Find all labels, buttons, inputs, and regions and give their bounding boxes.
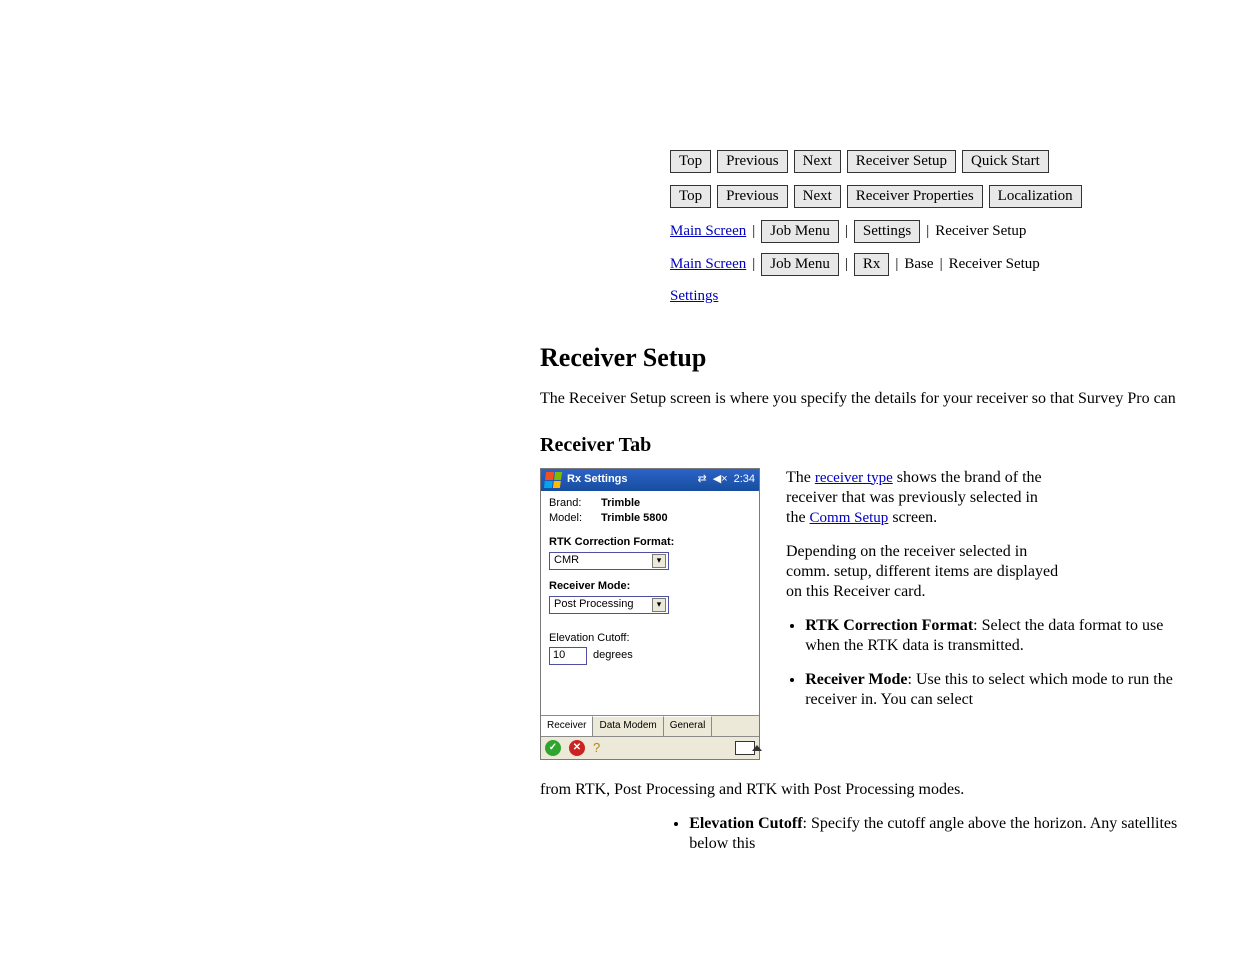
nav-localization[interactable]: Localization — [989, 185, 1082, 208]
text: screen. — [888, 509, 937, 526]
chevron-down-icon: ▾ — [652, 598, 666, 612]
text: comm. setup, different items are display… — [786, 562, 1195, 582]
help-bulb-icon[interactable]: ? — [593, 740, 600, 756]
bullet-receiver-mode: Receiver Mode: Use this to select which … — [805, 670, 1195, 710]
ok-icon[interactable]: ✓ — [545, 740, 561, 756]
speaker-mute-icon: ◀× — [713, 473, 728, 487]
elevation-cutoff-label: Elevation Cutoff: — [549, 632, 751, 646]
receiver-description: The Receiver Setup screen is where you s… — [540, 389, 1195, 409]
nav-receiver-properties[interactable]: Receiver Properties — [847, 185, 983, 208]
crumb-rx[interactable]: Rx — [854, 253, 890, 276]
crumb-sep: | — [752, 222, 755, 241]
device-tabs: Receiver Data Modem General — [541, 715, 759, 736]
breadcrumb-1: Main Screen | Job Menu | Settings | Rece… — [670, 220, 1195, 243]
receiver-type-link[interactable]: receiver type — [815, 470, 893, 486]
crumb-job-menu-1[interactable]: Job Menu — [761, 220, 839, 243]
receiver-mode-select[interactable]: Post Processing ▾ — [549, 596, 669, 614]
feature-bullets: RTK Correction Format: Select the data f… — [786, 616, 1195, 710]
tab-general[interactable]: General — [664, 716, 713, 736]
crumb-sep: | — [845, 222, 848, 241]
text: The — [786, 469, 815, 486]
nav-top-2[interactable]: Top — [670, 185, 711, 208]
elevation-cutoff-input[interactable]: 10 — [549, 647, 587, 665]
device-bottom-bar: ✓ ✕ ? — [541, 736, 759, 759]
clock-text: 2:34 — [734, 473, 755, 487]
cancel-icon[interactable]: ✕ — [569, 740, 585, 756]
nav-top-1[interactable]: Top — [670, 150, 711, 173]
device-title: Rx Settings — [567, 473, 628, 487]
nav-receiver-setup[interactable]: Receiver Setup — [847, 150, 956, 173]
text: Depending on the receiver selected in — [786, 542, 1195, 562]
text: on this Receiver card. — [786, 582, 1195, 602]
tab-receiver[interactable]: Receiver — [541, 716, 593, 736]
nav-previous-1[interactable]: Previous — [717, 150, 788, 173]
keyboard-icon[interactable] — [735, 741, 755, 755]
bullet-label: RTK Correction Format — [805, 617, 973, 634]
chevron-down-icon: ▾ — [652, 554, 666, 568]
elevation-cutoff-units: degrees — [593, 649, 633, 663]
bullet-rtk-format: RTK Correction Format: Select the data f… — [805, 616, 1195, 656]
titlebar-status-icons: ⇄ ◀× 2:34 — [697, 473, 755, 487]
feature-bullets-continued: Elevation Cutoff: Specify the cutoff ang… — [670, 814, 1195, 854]
text: shows the brand of the — [893, 469, 1042, 486]
windows-logo-icon — [544, 472, 562, 488]
nav-row-2: Top Previous Next Receiver Properties Lo… — [670, 185, 1195, 208]
text: receiver that was previously selected in — [786, 488, 1195, 508]
receiver-mode-value: Post Processing — [554, 598, 633, 612]
rtk-format-label: RTK Correction Format: — [549, 536, 751, 550]
continued-text: from RTK, Post Processing and RTK with P… — [540, 780, 1195, 800]
tab-data-modem[interactable]: Data Modem — [593, 716, 663, 736]
crumb-sep: | — [895, 255, 898, 274]
bullet-elevation-cutoff: Elevation Cutoff: Specify the cutoff ang… — [689, 814, 1195, 854]
nav-next-1[interactable]: Next — [794, 150, 841, 173]
crumb-sep: | — [940, 255, 943, 274]
crumb-main-2[interactable]: Main Screen — [670, 255, 746, 274]
model-value: Trimble 5800 — [601, 512, 668, 526]
nav-previous-2[interactable]: Previous — [717, 185, 788, 208]
rtk-format-value: CMR — [554, 554, 579, 568]
brand-value: Trimble — [601, 497, 640, 511]
brand-label: Brand: — [549, 497, 595, 511]
crumb-job-menu-2[interactable]: Job Menu — [761, 253, 839, 276]
rtk-format-select[interactable]: CMR ▾ — [549, 552, 669, 570]
crumb-sep: | — [926, 222, 929, 241]
connection-icon: ⇄ — [697, 473, 706, 487]
crumb-sep: | — [752, 255, 755, 274]
settings-link[interactable]: Settings — [670, 288, 718, 304]
section-receiver-setup-heading: Receiver Setup — [540, 342, 1195, 375]
model-label: Model: — [549, 512, 595, 526]
crumb-current-1: Receiver Setup — [935, 222, 1026, 241]
crumb-current-2: Receiver Setup — [949, 255, 1040, 274]
crumb-main-1[interactable]: Main Screen — [670, 222, 746, 241]
text: the — [786, 509, 810, 526]
nav-quick-start[interactable]: Quick Start — [962, 150, 1049, 173]
crumb-base: Base — [904, 255, 933, 274]
right-text-column: The receiver type shows the brand of the… — [786, 468, 1195, 724]
bullet-label: Receiver Mode — [805, 671, 907, 688]
device-body: Brand: Trimble Model: Trimble 5800 RTK Cor… — [541, 491, 759, 716]
nav-block: Top Previous Next Receiver Setup Quick S… — [670, 150, 1195, 306]
nav-row-1: Top Previous Next Receiver Setup Quick S… — [670, 150, 1195, 173]
breadcrumb-2: Main Screen | Job Menu | Rx | Base | Rec… — [670, 253, 1195, 276]
crumb-settings[interactable]: Settings — [854, 220, 920, 243]
crumb-sep: | — [845, 255, 848, 274]
receiver-mode-label: Receiver Mode: — [549, 580, 751, 594]
comm-setup-link[interactable]: Comm Setup — [810, 510, 889, 526]
bullet-label: Elevation Cutoff — [689, 815, 802, 832]
receiver-tab-subhead: Receiver Tab — [540, 433, 1195, 458]
nav-next-2[interactable]: Next — [794, 185, 841, 208]
device-screenshot: Rx Settings ⇄ ◀× 2:34 Brand: Trimble Mode… — [540, 468, 760, 761]
device-title-bar: Rx Settings ⇄ ◀× 2:34 — [541, 469, 759, 491]
